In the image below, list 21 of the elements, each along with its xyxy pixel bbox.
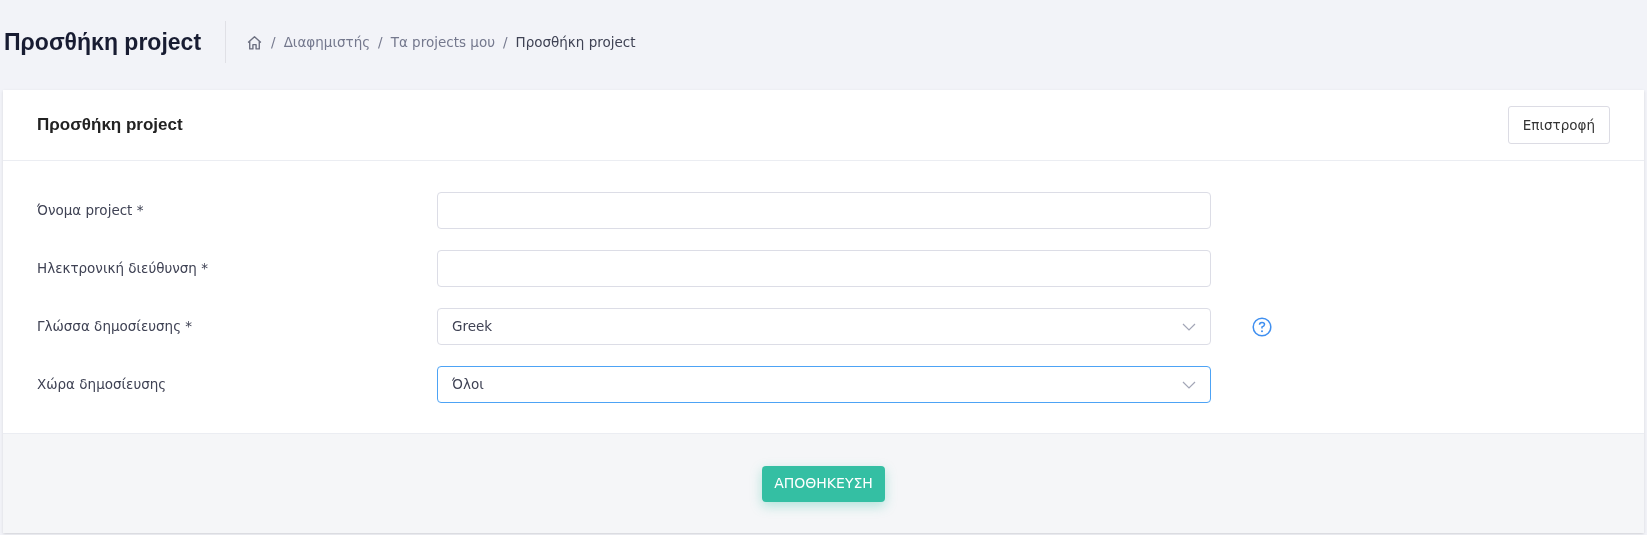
field-label: Όνομα project * [37, 201, 145, 221]
breadcrumb-link[interactable]: Διαφημιστής [283, 31, 371, 53]
chevron-down-icon [1182, 380, 1196, 389]
home-icon[interactable] [246, 33, 264, 51]
breadcrumb-link[interactable]: Τα projects μου [390, 31, 495, 53]
breadcrumb-separator: / [378, 32, 383, 52]
card-title: Προσθήκη project [37, 114, 183, 137]
page-title: Προσθήκη project [3, 27, 203, 57]
field-label: Χώρα δημοσίευσης [37, 375, 168, 395]
field-label: Γλώσσα δημοσίευσης * [37, 317, 194, 337]
text-field[interactable] [437, 250, 1211, 287]
breadcrumb-current: Προσθήκη project [515, 32, 636, 52]
breadcrumb-separator: / [271, 32, 276, 52]
field-label: Ηλεκτρονική διεύθυνση * [37, 259, 209, 279]
back-button[interactable]: Επιστροφή [1507, 106, 1610, 144]
breadcrumb-separator: / [502, 32, 508, 52]
text-field[interactable] [437, 192, 1211, 229]
chevron-down-icon [1182, 322, 1196, 331]
select-field[interactable]: Όλοι [437, 366, 1211, 403]
select-field[interactable]: Greek [437, 308, 1211, 345]
help-icon[interactable] [1252, 316, 1272, 337]
